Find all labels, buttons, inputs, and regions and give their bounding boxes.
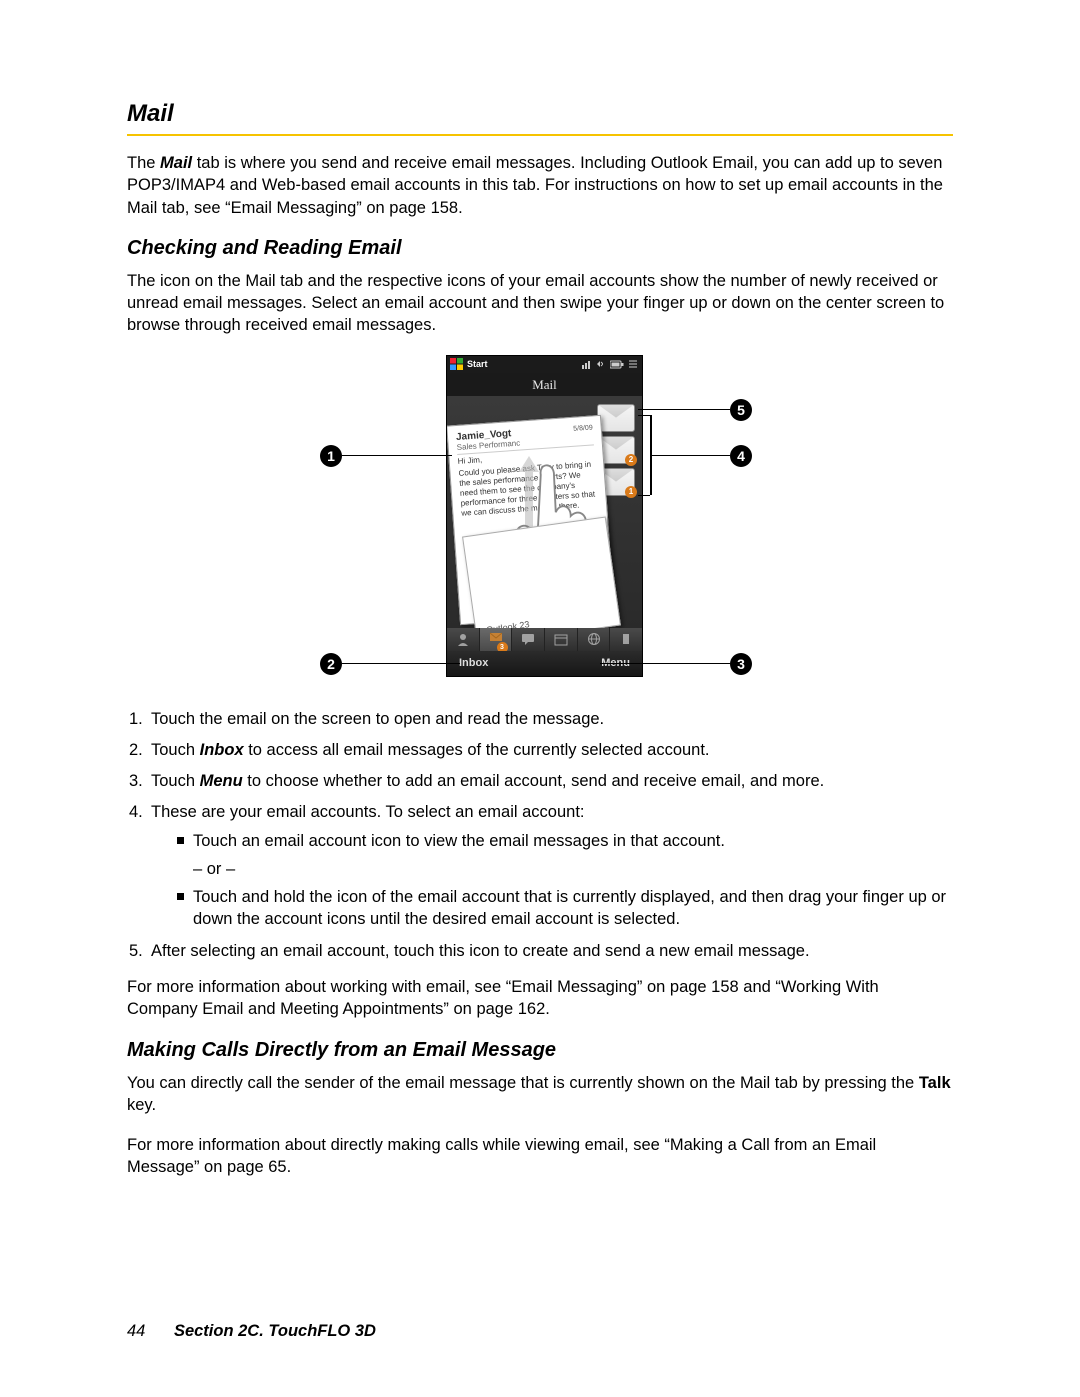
page-footer: 44 Section 2C. TouchFLO 3D: [127, 1322, 376, 1341]
status-icons: [582, 359, 642, 369]
softkey-inbox: Inbox: [459, 657, 488, 669]
txt: – or –: [193, 860, 235, 878]
tab-bar: 3: [447, 628, 642, 651]
callout-1: 1: [320, 445, 342, 467]
heading-checking: Checking and Reading Email: [127, 237, 953, 260]
leader-line: [650, 415, 652, 495]
bold-inbox: Inbox: [200, 741, 244, 759]
tab-mail-icon: 3: [480, 628, 513, 651]
phone-frame: Start Mail 2 1 Jamie_Vogt 5/8/09 Sales P…: [446, 355, 643, 677]
badge: 2: [625, 454, 637, 466]
heading-making-calls: Making Calls Directly from an Email Mess…: [127, 1039, 953, 1062]
sublist: Touch an email account icon to view the …: [151, 830, 953, 931]
mail-screen-title: Mail: [447, 373, 642, 396]
windows-flag-icon: [450, 358, 464, 371]
txt: The: [127, 154, 160, 172]
bold-talk: Talk: [919, 1074, 951, 1092]
tab-internet-icon: [578, 628, 611, 651]
para-mail-intro: The Mail tab is where you send and recei…: [127, 152, 953, 219]
tab-calendar-icon: [545, 628, 578, 651]
sub-or: – or –: [151, 858, 953, 880]
txt: to choose whether to add an email accoun…: [243, 772, 825, 790]
para-checking: The icon on the Mail tab and the respect…: [127, 270, 953, 337]
list-item: 5. After selecting an email account, touc…: [127, 940, 953, 962]
txt: After selecting an email account, touch …: [151, 942, 810, 960]
email-behind-card: Outlook 23: [462, 516, 621, 631]
num: 5.: [129, 940, 143, 962]
envelope-icon: [597, 404, 635, 432]
callout-3: 3: [730, 653, 752, 675]
num: 3.: [129, 770, 143, 792]
email-date: 5/8/09: [573, 424, 593, 432]
mail-area: 2 1 Jamie_Vogt 5/8/09 Sales Performanc H…: [447, 396, 642, 631]
bold-mail: Mail: [160, 154, 192, 172]
txt: Touch the email on the screen to open an…: [151, 710, 604, 728]
section-label: Section 2C. TouchFLO 3D: [174, 1322, 376, 1340]
start-label: Start: [467, 359, 488, 369]
leader-line: [342, 663, 460, 665]
num: 4.: [129, 801, 143, 823]
num: 2.: [129, 739, 143, 761]
tab-people-icon: [447, 628, 480, 651]
badge: 1: [625, 486, 637, 498]
list-item: 1. Touch the email on the screen to open …: [127, 708, 953, 730]
leader-line: [638, 409, 730, 411]
num: 1.: [129, 708, 143, 730]
callout-5: 5: [730, 399, 752, 421]
figure-mail-screenshot: Start Mail 2 1 Jamie_Vogt 5/8/09 Sales P…: [320, 355, 760, 690]
numbered-list: 1. Touch the email on the screen to open …: [127, 708, 953, 962]
txt: Touch and hold the icon of the email acc…: [193, 888, 946, 928]
txt: tab is where you send and receive email …: [127, 154, 943, 217]
list-item: 4. These are your email accounts. To sele…: [127, 801, 953, 930]
page-number: 44: [127, 1322, 145, 1340]
txt: You can directly call the sender of the …: [127, 1074, 919, 1092]
para-more-info-email: For more information about working with …: [127, 976, 953, 1021]
txt: Touch an email account icon to view the …: [193, 832, 725, 850]
txt: Touch: [151, 741, 200, 759]
list-item: 2. Touch Inbox to access all email messag…: [127, 739, 953, 761]
leader-line: [650, 455, 730, 457]
sub-item: Touch an email account icon to view the …: [151, 830, 953, 852]
callout-4: 4: [730, 445, 752, 467]
leader-line: [342, 455, 452, 457]
heading-mail: Mail: [127, 100, 953, 128]
leader-line: [638, 415, 650, 417]
txt: Touch: [151, 772, 200, 790]
tab-more-icon: [610, 628, 642, 651]
list-item: 3. Touch Menu to choose whether to add an…: [127, 770, 953, 792]
txt: These are your email accounts. To select…: [151, 803, 585, 821]
callout-2: 2: [320, 653, 342, 675]
divider-yellow: [127, 134, 953, 136]
leader-line: [600, 663, 730, 665]
txt: key.: [127, 1096, 156, 1114]
status-bar: Start: [447, 356, 642, 373]
txt: to access all email messages of the curr…: [244, 741, 710, 759]
para-calls-intro: You can directly call the sender of the …: [127, 1072, 953, 1117]
tab-messages-icon: [512, 628, 545, 651]
leader-line: [638, 495, 650, 497]
sub-item: Touch and hold the icon of the email acc…: [151, 886, 953, 931]
bold-menu: Menu: [200, 772, 243, 790]
para-calls-more: For more information about directly maki…: [127, 1134, 953, 1179]
